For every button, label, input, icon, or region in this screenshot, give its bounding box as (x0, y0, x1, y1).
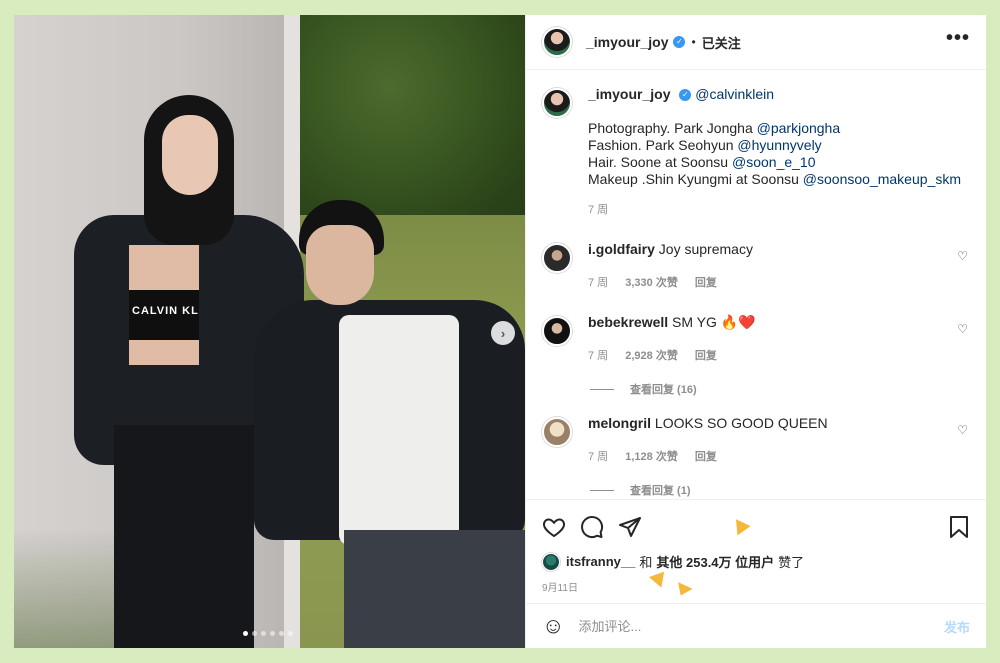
comment-emoji: 🔥❤️ (720, 314, 756, 330)
replies-divider (590, 388, 614, 390)
reply-button[interactable]: 回复 (695, 350, 717, 362)
caption-username[interactable]: _imyour_joy (588, 86, 670, 102)
carousel-dot[interactable] (252, 631, 257, 636)
comment-username[interactable]: bebekrewell (588, 314, 668, 330)
bookmark-icon[interactable] (948, 515, 970, 539)
comment-likes[interactable]: 3,330 次赞 (625, 277, 678, 289)
post-sidebar: _imyour_joy ✓ • 已关注 ••• _imyour_joy ✓ @c… (525, 15, 986, 648)
next-slide-button[interactable]: › (491, 321, 515, 345)
view-replies-label[interactable]: 查看回复 (16) (630, 381, 697, 397)
comment-item: bebekrewell SM YG 🔥❤️ 7 周 2,928 次赞 回复 ♡ (542, 314, 970, 365)
likes-others-link[interactable]: 其他 253.4万 位用户 (656, 552, 774, 571)
mention-link[interactable]: @parkjongha (757, 120, 841, 136)
comment-time: 7 周 (588, 350, 609, 362)
mention-link[interactable]: @soonsoo_makeup_skm (803, 171, 961, 187)
comment-likes[interactable]: 1,128 次赞 (625, 451, 678, 463)
instagram-post-frame: CALVIN KL › _imyour_joy ✓ • 已关注 ••• _imy… (14, 15, 986, 648)
caption-tag-link[interactable]: @calvinklein (695, 86, 774, 102)
view-replies-button[interactable]: 查看回复 (1) (590, 482, 970, 498)
comment-text: Joy supremacy (658, 241, 753, 257)
liker-username[interactable]: itsfranny__ (566, 554, 635, 569)
comment-item: i.goldfairy Joy supremacy 7 周 3,330 次赞 回… (542, 241, 970, 292)
comment-item: melongril LOOKS SO GOOD QUEEN 7 周 1,128 … (542, 415, 970, 466)
author-username[interactable]: _imyour_joy (586, 34, 668, 50)
more-options-icon[interactable]: ••• (946, 28, 970, 51)
caption-text: Photography. Park Jongha @parkjongha Fas… (588, 120, 961, 187)
post-date: 9月11日 (542, 583, 578, 594)
replies-divider (590, 489, 614, 491)
like-comment-heart-icon[interactable]: ♡ (957, 322, 968, 336)
verified-icon: ✓ (679, 89, 692, 102)
post-photo[interactable]: CALVIN KL › (14, 15, 525, 648)
comments-list: _imyour_joy ✓ @calvinklein Photography. … (526, 70, 986, 500)
liker-avatar[interactable] (542, 552, 560, 571)
view-replies-button[interactable]: 查看回复 (16) (590, 381, 970, 397)
like-comment-heart-icon[interactable]: ♡ (957, 423, 968, 437)
mention-link[interactable]: @hyunnyvely (737, 137, 821, 153)
post-comment-button[interactable]: 发布 (944, 617, 970, 636)
reply-button[interactable]: 回复 (695, 277, 717, 289)
chevron-right-icon: › (500, 325, 506, 341)
comment-input[interactable] (578, 618, 944, 634)
commenter-avatar[interactable] (542, 243, 572, 273)
carousel-dot[interactable] (261, 631, 266, 636)
likes-summary: itsfranny__ 和 其他 253.4万 位用户 赞了 (542, 552, 970, 571)
commenter-avatar[interactable] (542, 417, 572, 447)
comment-text: SM YG (672, 314, 717, 330)
caption-avatar[interactable] (542, 88, 572, 118)
carousel-dot[interactable] (288, 631, 293, 636)
reply-button[interactable]: 回复 (695, 451, 717, 463)
follow-status-button[interactable]: 已关注 (702, 33, 741, 52)
heart-icon[interactable] (542, 515, 566, 539)
emoji-picker-icon[interactable]: ☺ (542, 613, 564, 639)
verified-icon: ✓ (673, 36, 686, 48)
author-avatar[interactable] (542, 27, 572, 57)
carousel-dot[interactable] (279, 631, 284, 636)
carousel-dot[interactable] (243, 631, 248, 636)
likes-and: 和 (639, 555, 653, 570)
mention-link[interactable]: @soon_e_10 (732, 154, 816, 170)
post-actions: itsfranny__ 和 其他 253.4万 位用户 赞了 9月11日 (526, 499, 986, 594)
caption-time: 7 周 (588, 204, 609, 216)
comment-composer: ☺ 发布 (526, 603, 986, 648)
view-replies-label[interactable]: 查看回复 (1) (630, 482, 691, 498)
commenter-avatar[interactable] (542, 316, 572, 346)
likes-suffix: 赞了 (778, 555, 805, 570)
header-separator: • (691, 35, 696, 49)
share-icon[interactable] (618, 515, 642, 539)
comment-username[interactable]: melongril (588, 415, 651, 431)
like-comment-heart-icon[interactable]: ♡ (957, 249, 968, 263)
carousel-dot[interactable] (270, 631, 275, 636)
post-header: _imyour_joy ✓ • 已关注 ••• (526, 15, 986, 70)
photo-brand-text: CALVIN KL (132, 305, 199, 317)
comment-username[interactable]: i.goldfairy (588, 241, 655, 257)
carousel-dots (243, 631, 293, 636)
photo-person-man (244, 200, 525, 648)
comment-text: LOOKS SO GOOD QUEEN (654, 415, 828, 431)
comment-icon[interactable] (580, 515, 604, 539)
comment-time: 7 周 (588, 451, 609, 463)
caption: _imyour_joy ✓ @calvinklein Photography. … (542, 86, 970, 219)
comment-time: 7 周 (588, 277, 609, 289)
comment-likes[interactable]: 2,928 次赞 (625, 350, 678, 362)
